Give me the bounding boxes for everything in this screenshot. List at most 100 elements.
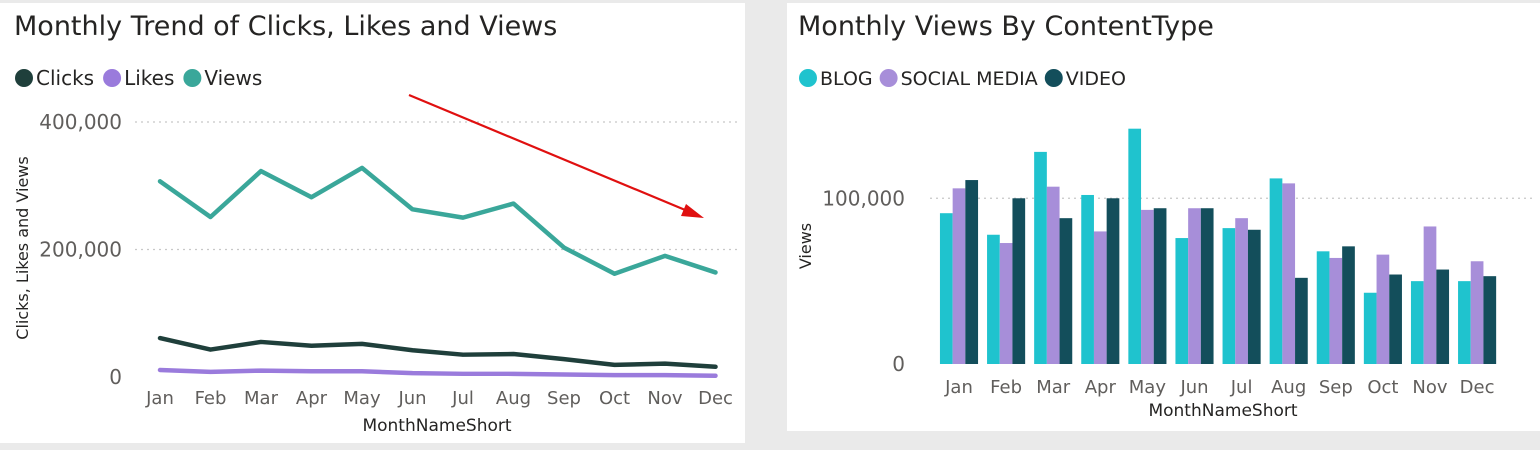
line-chart-x-axis-title: MonthNameShort xyxy=(362,416,511,436)
line-chart-x-axis: Jan Feb Mar Apr May Jun Jul Aug Sep Oct Nov Dec xyxy=(145,388,733,409)
bar-blog-may xyxy=(1128,128,1142,364)
bar-chart-y-axis-title: Views xyxy=(796,223,815,269)
bar-blog-dec xyxy=(1458,281,1471,364)
x-tick-label: Dec xyxy=(1460,377,1495,398)
bar-social-media-sep xyxy=(1329,257,1343,364)
bar-video-nov xyxy=(1436,269,1450,364)
bar-social-media-may xyxy=(1141,209,1154,364)
bar-social-media-dec xyxy=(1470,261,1484,364)
legend-label-social-media: SOCIAL MEDIA xyxy=(901,68,1038,90)
bar-blog-nov xyxy=(1410,281,1424,364)
legend-marker-views xyxy=(183,69,202,87)
line-chart-series xyxy=(157,165,718,378)
bar-video-jan xyxy=(965,180,979,364)
legend-label-likes: Likes xyxy=(124,66,174,90)
bar-blog-feb xyxy=(987,234,1000,364)
x-tick-label: Jan xyxy=(145,388,174,409)
bar-blog-oct xyxy=(1363,292,1377,364)
bar-social-media-nov xyxy=(1423,226,1437,364)
bar-blog-mar xyxy=(1034,151,1047,364)
x-tick-label: May xyxy=(1129,377,1167,398)
bar-social-media-feb xyxy=(999,243,1013,364)
bar-video-feb xyxy=(1012,198,1026,364)
line-chart-legend: Clicks Likes Views xyxy=(15,66,262,90)
trend-arrow-annotation xyxy=(408,93,704,218)
legend-label-video: VIDEO xyxy=(1066,68,1126,90)
y-tick-label: 0 xyxy=(109,365,122,389)
bar-video-dec xyxy=(1483,276,1497,364)
legend-marker-blog xyxy=(799,69,817,87)
bar-chart-title: Monthly Views By ContentType xyxy=(798,11,1214,42)
bar-chart-card: Monthly Views By ContentType BLOG SOCIAL … xyxy=(787,3,1540,431)
legend-marker-social-media xyxy=(879,69,898,87)
x-tick-label: Apr xyxy=(1085,377,1117,398)
x-tick-label: Nov xyxy=(647,388,682,409)
bar-social-media-jun xyxy=(1188,208,1201,364)
x-tick-label: Aug xyxy=(1271,377,1306,398)
legend-marker-clicks xyxy=(15,69,33,87)
bar-video-oct xyxy=(1389,274,1402,364)
bar-chart-legend: BLOG SOCIAL MEDIA VIDEO xyxy=(799,68,1126,90)
legend-label-blog: BLOG xyxy=(820,68,873,90)
x-tick-label: Aug xyxy=(496,388,531,409)
x-tick-label: Dec xyxy=(698,388,733,409)
bar-video-jun xyxy=(1200,208,1214,364)
legend-marker-likes xyxy=(103,69,122,87)
y-tick-label: 0 xyxy=(892,352,905,376)
bar-video-jul xyxy=(1247,229,1261,364)
bar-chart-x-axis-title: MonthNameShort xyxy=(1148,401,1297,421)
series-line-clicks xyxy=(157,335,718,370)
bar-social-media-mar xyxy=(1046,186,1060,364)
bar-blog-apr xyxy=(1081,194,1094,364)
bar-social-media-jan xyxy=(952,188,966,364)
line-chart-y-axis-title: Clicks, Likes and Views xyxy=(13,156,32,339)
bar-social-media-apr xyxy=(1093,231,1107,364)
x-tick-label: Sep xyxy=(547,388,581,409)
legend-label-views: Views xyxy=(204,66,262,90)
x-tick-label: Jul xyxy=(451,388,474,409)
series-line-likes xyxy=(157,367,718,378)
bar-blog-aug xyxy=(1269,178,1283,364)
line-chart-card: Monthly Trend of Clicks, Likes and Views… xyxy=(0,3,745,443)
legend-label-clicks: Clicks xyxy=(36,66,94,90)
line-chart-gridlines xyxy=(135,121,738,251)
bar-social-media-jul xyxy=(1235,218,1248,364)
bar-blog-sep xyxy=(1316,251,1330,364)
x-tick-label: Nov xyxy=(1412,377,1447,398)
x-tick-label: Jul xyxy=(1230,377,1253,398)
bar-video-apr xyxy=(1106,198,1120,364)
bar-social-media-oct xyxy=(1376,254,1390,364)
x-tick-label: Jun xyxy=(1179,377,1208,398)
y-tick-label: 200,000 xyxy=(39,238,122,262)
line-chart-y-axis: 0 200,000 400,000 xyxy=(39,110,122,389)
x-tick-label: Feb xyxy=(990,377,1022,398)
bar-blog-jan xyxy=(939,213,953,364)
line-chart-title: Monthly Trend of Clicks, Likes and Views xyxy=(14,11,557,42)
bar-video-mar xyxy=(1059,218,1073,364)
bar-chart-y-axis: 0 100,000 xyxy=(822,186,905,376)
bar-chart-series xyxy=(939,128,1497,364)
x-tick-label: Oct xyxy=(599,388,630,409)
x-tick-label: Apr xyxy=(296,388,328,409)
x-tick-label: May xyxy=(343,388,381,409)
bar-chart: Monthly Views By ContentType BLOG SOCIAL … xyxy=(796,11,1532,421)
y-tick-label: 100,000 xyxy=(822,186,905,210)
bar-social-media-aug xyxy=(1282,183,1296,364)
bar-chart-x-axis: Jan Feb Mar Apr May Jun Jul Aug Sep Oct Nov Dec xyxy=(944,377,1494,398)
x-tick-label: Feb xyxy=(195,388,227,409)
bar-video-aug xyxy=(1295,277,1308,364)
trend-arrow-head xyxy=(681,204,704,218)
x-tick-label: Mar xyxy=(1036,377,1071,398)
bar-video-sep xyxy=(1342,246,1355,364)
line-chart: Monthly Trend of Clicks, Likes and Views… xyxy=(13,11,738,436)
trend-arrow-shaft xyxy=(408,93,691,214)
y-tick-label: 400,000 xyxy=(39,110,122,134)
x-tick-label: Oct xyxy=(1367,377,1398,398)
series-line-views xyxy=(157,165,718,276)
bar-video-may xyxy=(1153,208,1167,364)
bar-blog-jul xyxy=(1222,228,1236,364)
legend-marker-video xyxy=(1044,69,1063,87)
x-tick-label: Mar xyxy=(244,388,279,409)
x-tick-label: Jun xyxy=(397,388,426,409)
x-tick-label: Jan xyxy=(944,377,973,398)
